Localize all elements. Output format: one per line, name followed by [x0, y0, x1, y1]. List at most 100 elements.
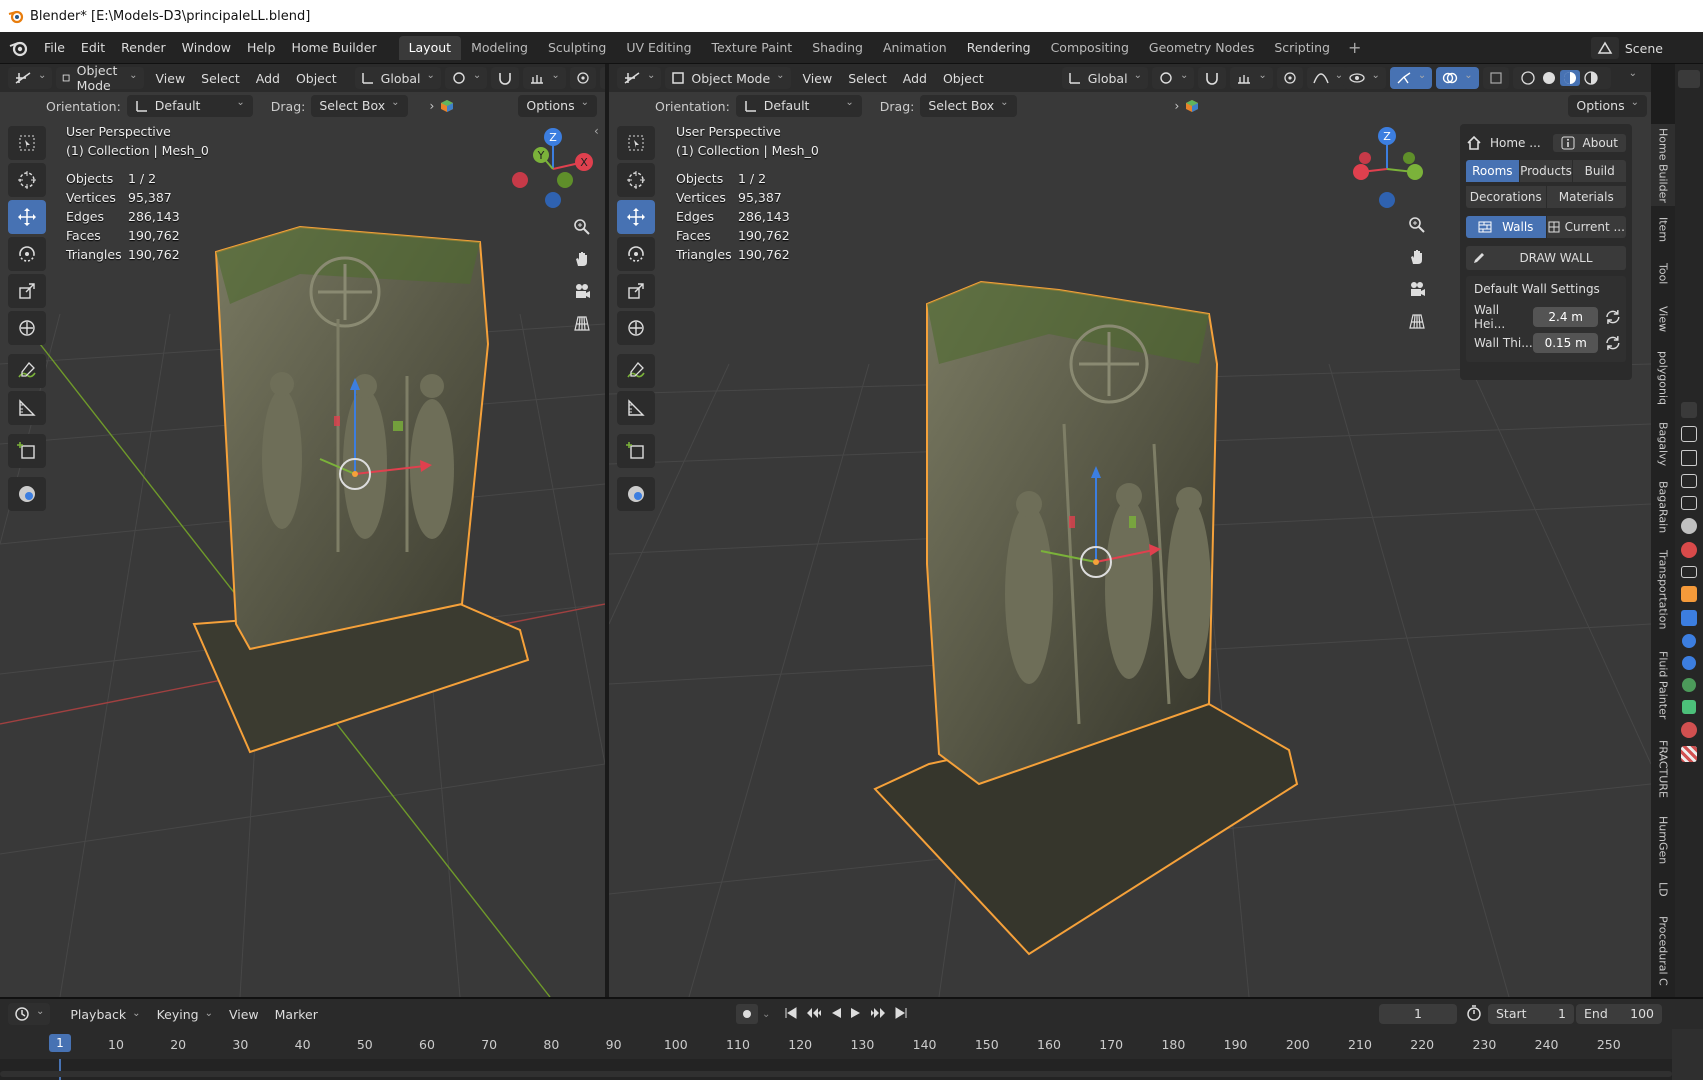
sidebar-tab-humgen[interactable]: HumGen: [1651, 810, 1675, 870]
play-icon[interactable]: [850, 1007, 862, 1022]
menu-marker[interactable]: Marker: [267, 1007, 326, 1022]
editor-type-button[interactable]: [617, 67, 662, 89]
timeline-ruler[interactable]: 1 10 20 30 40 50 60 70 80 90 100 110 120 130 140 150 16…: [0, 1029, 1672, 1059]
tab-geometry-nodes[interactable]: Geometry Nodes: [1139, 36, 1264, 60]
zoom-icon[interactable]: [567, 212, 597, 242]
hamburger-icon[interactable]: [1678, 70, 1700, 88]
record-options-icon[interactable]: ⌄: [762, 1009, 770, 1020]
menu-help[interactable]: Help: [239, 36, 284, 60]
annotate-tool[interactable]: [617, 354, 655, 388]
navigation-gizmo-left[interactable]: Z X Y: [508, 124, 598, 214]
pan-hand-icon[interactable]: [567, 244, 597, 274]
sidebar-tab-bagalvy[interactable]: Bagalvy: [1651, 416, 1675, 472]
drag-dropdown[interactable]: Select Box: [920, 95, 1017, 117]
render-properties-icon[interactable]: [1681, 450, 1697, 466]
wall-height-field[interactable]: 2.4 m: [1533, 307, 1599, 327]
about-button[interactable]: About: [1552, 134, 1626, 152]
rotate-tool[interactable]: [8, 237, 46, 271]
menu-add[interactable]: Add: [248, 71, 288, 86]
stopwatch-icon[interactable]: [1466, 1005, 1482, 1024]
sidebar-tab-fracture[interactable]: FRACTURE: [1651, 732, 1675, 806]
menu-object[interactable]: Object: [288, 71, 345, 86]
blender-menu-icon[interactable]: [8, 37, 30, 59]
addon-tool[interactable]: [8, 477, 46, 511]
tab-sculpting[interactable]: Sculpting: [538, 36, 616, 60]
output-properties-icon[interactable]: [1681, 474, 1697, 488]
menu-view[interactable]: View: [795, 71, 841, 86]
collection-properties-icon[interactable]: [1681, 566, 1697, 578]
collapse-arrow-icon[interactable]: ‹: [594, 124, 599, 138]
transform-tool[interactable]: [617, 311, 655, 345]
sidebar-tab-bagarain[interactable]: BagaRain: [1651, 476, 1675, 538]
cursor-tool[interactable]: [617, 163, 655, 197]
particles-icon[interactable]: [1682, 634, 1696, 648]
menu-keying[interactable]: Keying: [149, 1007, 221, 1022]
expand-chevron-icon[interactable]: ›: [1175, 99, 1180, 113]
timeline-track[interactable]: [0, 1059, 1672, 1080]
tool-properties-icon[interactable]: [1681, 426, 1697, 442]
tab-materials[interactable]: Materials: [1546, 186, 1626, 208]
annotate-tool[interactable]: [8, 354, 46, 388]
scale-tool[interactable]: [617, 274, 655, 308]
sidebar-tab-item[interactable]: Item: [1651, 210, 1675, 250]
tab-uv-editing[interactable]: UV Editing: [616, 36, 701, 60]
add-cube-tool[interactable]: [617, 434, 655, 468]
viewport-left[interactable]: Object Mode View Select Add Object Globa…: [0, 64, 605, 997]
pan-hand-icon[interactable]: [1402, 242, 1432, 272]
options-dropdown[interactable]: Options: [518, 95, 597, 117]
view-layer-icon[interactable]: [1681, 496, 1697, 510]
menu-view[interactable]: View: [148, 71, 194, 86]
home-button[interactable]: Home ...: [1466, 135, 1541, 151]
camera-icon[interactable]: [567, 276, 597, 306]
scene-properties-icon[interactable]: [1681, 518, 1697, 534]
data-properties-icon[interactable]: [1682, 700, 1696, 714]
scene-selector[interactable]: Scene: [1590, 36, 1703, 60]
addon-cube-icon[interactable]: [1185, 99, 1199, 113]
orientation-dropdown[interactable]: Default: [126, 95, 253, 117]
snap-toggle[interactable]: [1198, 67, 1227, 89]
mode-dropdown[interactable]: Object Mode: [665, 67, 791, 89]
measure-tool[interactable]: [8, 391, 46, 425]
menu-view[interactable]: View: [221, 1007, 267, 1022]
tab-animation[interactable]: Animation: [873, 36, 957, 60]
overlay-toggle[interactable]: [1436, 67, 1479, 89]
sidebar-tab-polygoniq[interactable]: polygoniq: [1651, 344, 1675, 412]
menu-home-builder[interactable]: Home Builder: [283, 36, 384, 60]
addon-tool[interactable]: [617, 477, 655, 511]
walls-button[interactable]: Walls: [1466, 216, 1546, 238]
sidebar-tab-view[interactable]: View: [1651, 298, 1675, 340]
navigation-gizmo-right[interactable]: Z: [1347, 124, 1427, 214]
timeline-scrollbar[interactable]: [0, 1071, 1672, 1077]
measure-tool[interactable]: [617, 391, 655, 425]
orientation-dropdown[interactable]: Default: [735, 95, 862, 117]
jump-start-icon[interactable]: [784, 1006, 798, 1022]
tab-rooms[interactable]: Rooms: [1466, 160, 1519, 182]
jump-end-icon[interactable]: [894, 1006, 908, 1022]
mode-dropdown[interactable]: Object Mode: [56, 64, 144, 93]
shading-options-dropdown[interactable]: [1615, 67, 1645, 89]
end-frame-field[interactable]: End 100: [1576, 1004, 1662, 1024]
menu-add[interactable]: Add: [895, 71, 935, 86]
menu-playback[interactable]: Playback: [62, 1007, 148, 1022]
perspective-grid-icon[interactable]: [567, 308, 597, 338]
cursor-tool[interactable]: [8, 163, 46, 197]
pivot-dropdown[interactable]: [1151, 67, 1195, 89]
prev-keyframe-icon[interactable]: [806, 1007, 822, 1022]
visibility-dropdown[interactable]: [1343, 67, 1386, 89]
gizmo-toggle[interactable]: [1389, 67, 1433, 89]
select-box-tool[interactable]: [617, 126, 655, 160]
timeline-editor-type[interactable]: [8, 1003, 51, 1025]
tab-build[interactable]: Build: [1573, 160, 1627, 182]
wall-thickness-field[interactable]: 0.15 m: [1533, 333, 1599, 353]
transform-orientation-dropdown[interactable]: Global: [1061, 67, 1148, 89]
draw-wall-button[interactable]: DRAW WALL: [1466, 246, 1626, 270]
options-dropdown[interactable]: Options: [1568, 95, 1647, 117]
play-reverse-icon[interactable]: [830, 1007, 842, 1022]
sidebar-tab-tool[interactable]: Tool: [1651, 254, 1675, 294]
current-button[interactable]: Current ...: [1546, 216, 1626, 238]
tab-layout[interactable]: Layout: [398, 35, 462, 60]
camera-icon[interactable]: [1402, 274, 1432, 304]
sidebar-tab-fluid-painter[interactable]: Fluid Painter: [1651, 642, 1675, 728]
snap-target-dropdown[interactable]: [523, 67, 566, 89]
tab-products[interactable]: Products: [1519, 160, 1573, 182]
